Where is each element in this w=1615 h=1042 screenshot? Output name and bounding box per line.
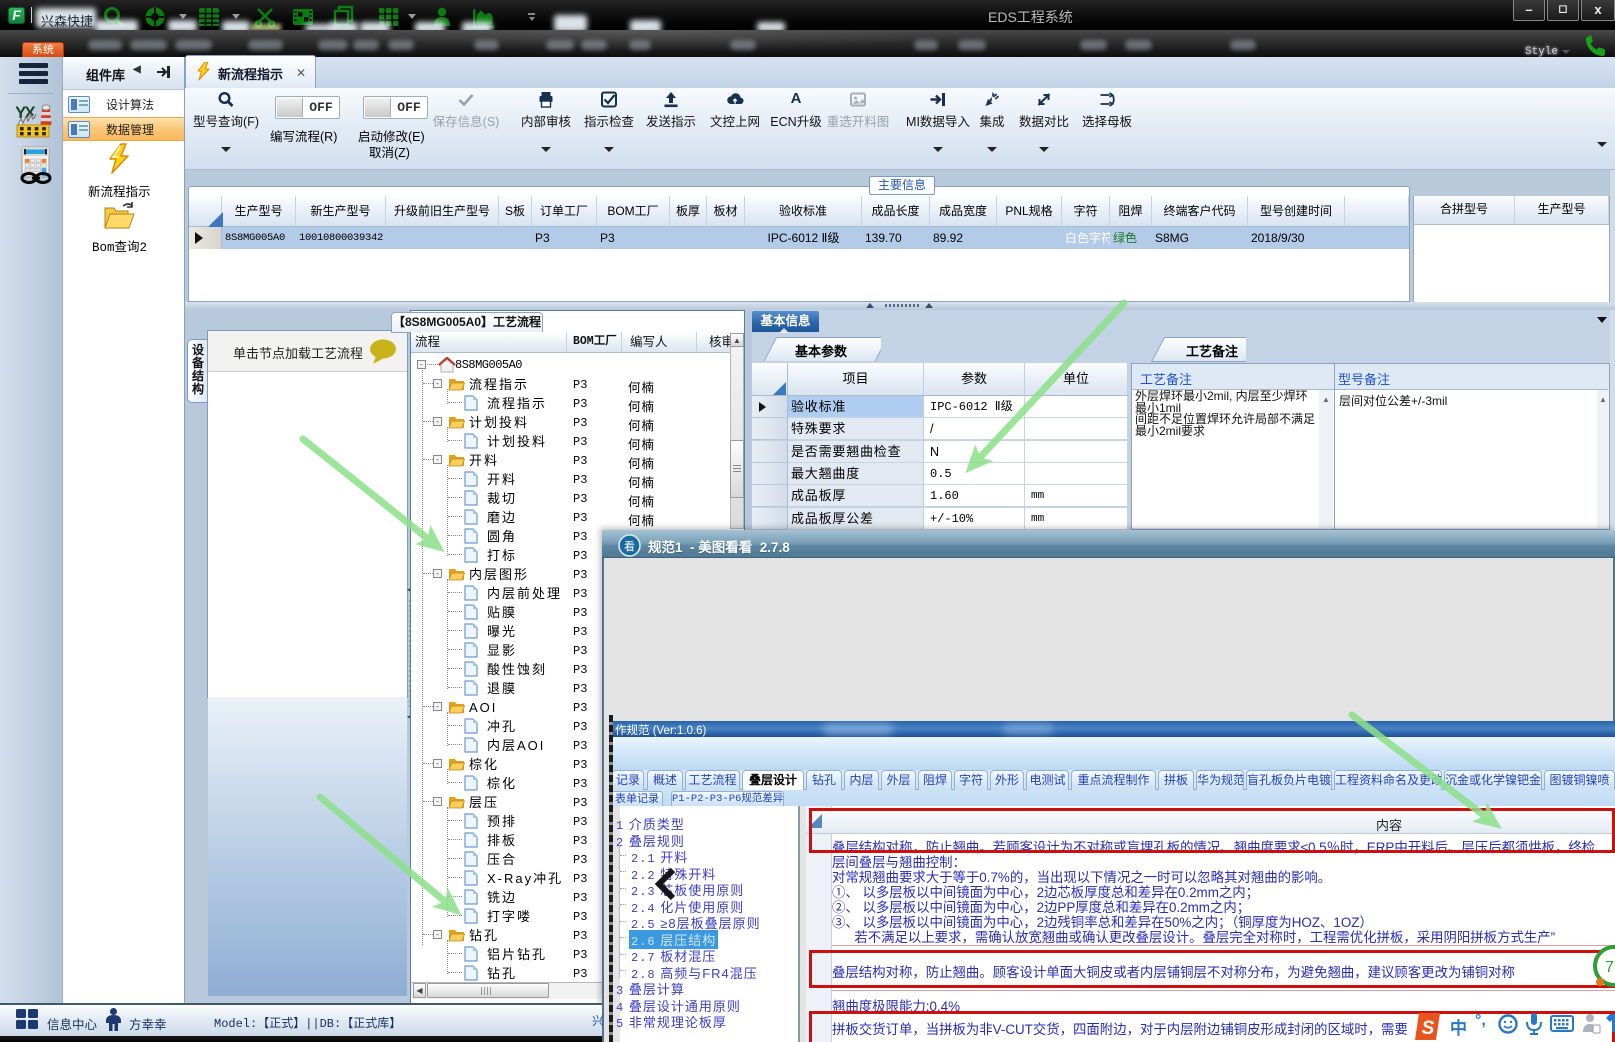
svg-text:7: 7: [1605, 959, 1614, 976]
svg-text:看: 看: [624, 539, 635, 553]
svg-text:S: S: [1422, 1018, 1435, 1039]
